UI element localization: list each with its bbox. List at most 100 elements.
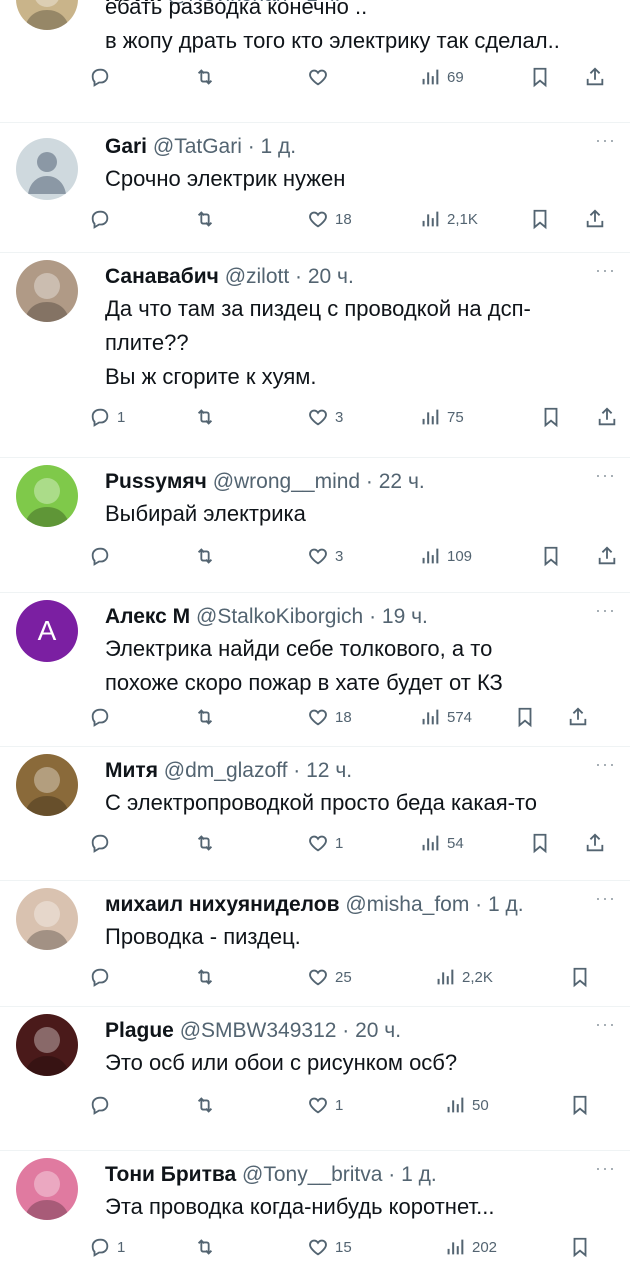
views-button[interactable]: 2,1K <box>419 204 478 234</box>
share-button[interactable] <box>596 541 618 571</box>
views-button[interactable]: 202 <box>444 1232 497 1262</box>
handle-and-time[interactable]: @zilott · 20 ч. <box>225 265 354 288</box>
share-button[interactable] <box>584 828 606 858</box>
like-button[interactable]: 15 <box>307 1232 352 1262</box>
retweet-button[interactable] <box>194 204 222 234</box>
avatar[interactable]: A <box>16 600 78 662</box>
more-options-icon[interactable]: ··· <box>595 465 616 486</box>
more-options-icon[interactable]: ··· <box>595 260 616 281</box>
more-options-icon[interactable]: ··· <box>595 754 616 775</box>
views-button[interactable]: 574 <box>419 702 472 732</box>
reply-button[interactable]: 1 <box>89 402 125 432</box>
tweet-text: Эта проводка когда-нибудь коротнет... <box>105 1194 495 1219</box>
handle-and-time[interactable]: @SMBW349312 · 20 ч. <box>180 1019 401 1042</box>
share-button[interactable] <box>596 402 618 432</box>
display-name[interactable]: Pussyмяч <box>105 470 207 493</box>
bookmark-button[interactable] <box>540 402 562 432</box>
share-button[interactable] <box>584 62 606 92</box>
reply-button[interactable] <box>89 962 117 992</box>
like-button[interactable]: 1 <box>307 828 343 858</box>
avatar[interactable] <box>16 1014 78 1076</box>
like-button[interactable]: 18 <box>307 702 352 732</box>
avatar[interactable] <box>16 138 78 200</box>
bookmark-button[interactable] <box>569 962 591 992</box>
handle-and-time[interactable]: @StalkoKiborgich · 19 ч. <box>196 605 428 628</box>
action-bar: 1 50 <box>0 1090 630 1120</box>
reply-button[interactable] <box>89 828 117 858</box>
avatar[interactable] <box>16 754 78 816</box>
more-options-icon[interactable]: ··· <box>595 600 616 621</box>
views-button[interactable]: 75 <box>419 402 464 432</box>
views-button[interactable]: 2,2K <box>434 962 493 992</box>
svg-text:A: A <box>38 615 57 646</box>
like-button[interactable]: 3 <box>307 541 343 571</box>
handle-and-time[interactable]: @misha_fom · 1 д. <box>345 893 523 916</box>
display-name[interactable]: Plague <box>105 1019 174 1042</box>
more-options-icon[interactable]: ··· <box>595 1014 616 1035</box>
retweet-button[interactable] <box>194 1090 222 1120</box>
bookmark-button[interactable] <box>569 1232 591 1262</box>
avatar[interactable] <box>16 465 78 527</box>
tweet-header: Тони Бритва @Tony__britva · 1 д. <box>105 1158 590 1192</box>
views-button[interactable]: 109 <box>419 541 472 571</box>
tweet-header: михаил нихуяниделов @misha_fom · 1 д. <box>105 888 590 922</box>
share-button[interactable] <box>567 702 589 732</box>
views-button[interactable]: 50 <box>444 1090 489 1120</box>
views-button[interactable]: 54 <box>419 828 464 858</box>
reply-button[interactable] <box>89 702 117 732</box>
reply-button[interactable] <box>89 1090 117 1120</box>
retweet-button[interactable] <box>194 541 222 571</box>
share-button[interactable] <box>584 204 606 234</box>
views-button[interactable]: 69 <box>419 62 464 92</box>
display-name[interactable]: Тони Бритва <box>105 1163 236 1186</box>
retweet-button[interactable] <box>194 62 222 92</box>
handle-and-time[interactable]: @TatGari · 1 д. <box>153 135 296 158</box>
handle-and-time[interactable]: @wrong__mind · 22 ч. <box>213 470 425 493</box>
retweet-button[interactable] <box>194 962 222 992</box>
retweet-icon <box>194 66 216 88</box>
display-name[interactable]: Санавабич <box>105 265 219 288</box>
display-name[interactable]: Алекс М <box>105 605 190 628</box>
avatar[interactable] <box>16 888 78 950</box>
retweet-icon <box>194 1236 216 1258</box>
more-options-icon[interactable]: ··· <box>595 1158 616 1179</box>
views-count: 574 <box>447 708 473 726</box>
bookmark-button[interactable] <box>514 702 536 732</box>
display-name[interactable]: михаил нихуяниделов <box>105 893 339 916</box>
divider <box>0 880 630 881</box>
retweet-button[interactable] <box>194 1232 222 1262</box>
display-name[interactable]: Митя <box>105 759 158 782</box>
reply-button[interactable] <box>89 204 117 234</box>
retweet-button[interactable] <box>194 702 222 732</box>
avatar[interactable] <box>16 0 78 30</box>
tweet-text: С электропроводкой просто беда какая-то <box>105 790 537 815</box>
like-button[interactable]: 1 <box>307 1090 343 1120</box>
tweet-header: Plague @SMBW349312 · 20 ч. <box>105 1014 590 1048</box>
bookmark-button[interactable] <box>540 541 562 571</box>
views-count: 75 <box>447 408 464 426</box>
bookmark-button[interactable] <box>569 1090 591 1120</box>
views-count: 69 <box>447 68 464 86</box>
like-button[interactable]: 3 <box>307 402 343 432</box>
retweet-button[interactable] <box>194 828 222 858</box>
bookmark-button[interactable] <box>529 828 551 858</box>
like-button[interactable]: 18 <box>307 204 352 234</box>
retweet-icon <box>194 545 216 567</box>
like-button[interactable]: 25 <box>307 962 352 992</box>
reply-button[interactable]: 1 <box>89 1232 125 1262</box>
handle-and-time[interactable]: @dm_glazoff · 12 ч. <box>164 759 352 782</box>
avatar[interactable] <box>16 260 78 322</box>
handle-and-time[interactable]: @Tony__britva · 1 д. <box>242 1163 437 1186</box>
like-button[interactable] <box>307 62 335 92</box>
bookmark-button[interactable] <box>529 204 551 234</box>
more-options-icon[interactable]: ··· <box>595 130 616 151</box>
display-name[interactable]: Gari <box>105 135 147 158</box>
action-bar: 18 574 <box>0 702 630 732</box>
more-options-icon[interactable]: ··· <box>595 888 616 909</box>
reply-button[interactable] <box>89 541 117 571</box>
reply-button[interactable] <box>89 62 117 92</box>
retweet-button[interactable] <box>194 402 222 432</box>
tweet-header: Санавабич @zilott · 20 ч. <box>105 260 590 294</box>
bookmark-button[interactable] <box>529 62 551 92</box>
avatar[interactable] <box>16 1158 78 1220</box>
